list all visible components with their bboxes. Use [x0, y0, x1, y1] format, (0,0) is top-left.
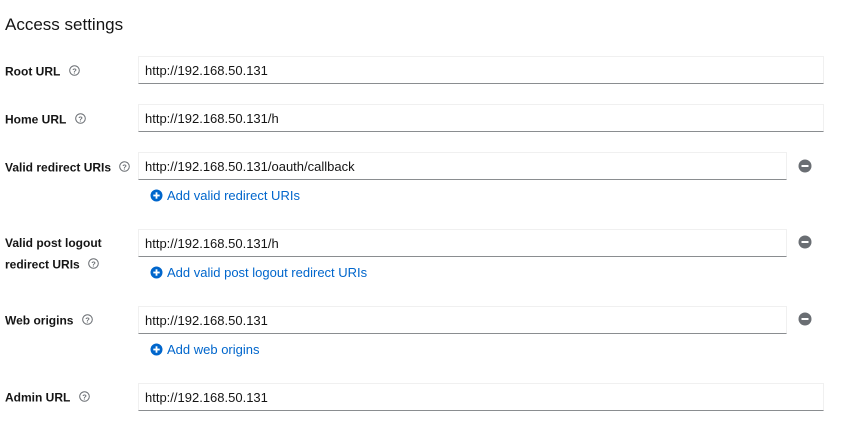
add-web-origins-label: Add web origins	[167, 341, 260, 357]
add-valid-post-logout-redirect-uris-label: Add valid post logout redirect URIs	[167, 264, 368, 280]
help-icon[interactable]: ?	[81, 314, 93, 326]
add-web-origins-link[interactable]: Add web origins	[150, 340, 260, 358]
home-url-input[interactable]	[138, 104, 824, 132]
web-origins-label: Web origins ?	[5, 310, 93, 331]
minus-circle-icon	[798, 235, 812, 249]
home-url-label-text: Home URL	[5, 112, 67, 127]
admin-url-input[interactable]	[138, 383, 824, 411]
web-origin-input[interactable]	[138, 306, 787, 334]
svg-text:?: ?	[123, 163, 128, 172]
help-icon[interactable]: ?	[68, 65, 80, 77]
minus-circle-icon	[798, 312, 812, 326]
valid-redirect-uris-label-text: Valid redirect URIs	[5, 160, 112, 175]
valid-post-logout-redirect-uri-input[interactable]	[138, 229, 787, 257]
add-valid-post-logout-redirect-uris-link[interactable]: Add valid post logout redirect URIs	[150, 263, 367, 281]
section-title: Access settings	[5, 15, 124, 34]
home-url-label: Home URL ?	[5, 109, 86, 130]
help-icon[interactable]: ?	[74, 113, 86, 125]
admin-url-label: Admin URL ?	[5, 387, 90, 408]
remove-post-logout-redirect-uri-button[interactable]	[797, 234, 813, 250]
root-url-label: Root URL ?	[5, 61, 80, 82]
valid-redirect-uris-label: Valid redirect URIs ?	[5, 157, 131, 178]
root-url-label-text: Root URL	[5, 64, 61, 79]
help-icon[interactable]: ?	[119, 161, 131, 173]
web-origins-label-text: Web origins	[5, 313, 74, 328]
valid-post-logout-label-line2: redirect URIs	[5, 257, 80, 272]
root-url-input[interactable]	[138, 56, 824, 84]
plus-circle-icon	[150, 189, 163, 202]
svg-text:?: ?	[82, 393, 87, 402]
add-valid-redirect-uris-link[interactable]: Add valid redirect URIs	[150, 186, 300, 204]
valid-redirect-uri-input[interactable]	[138, 152, 787, 180]
valid-post-logout-label-line1: Valid post logout	[5, 236, 102, 250]
valid-post-logout-redirect-uris-label: Valid post logout redirect URIs ?	[5, 233, 102, 275]
plus-circle-icon	[150, 266, 163, 279]
access-settings-panel: Access settings Root URL ? Home URL ? Va…	[0, 0, 842, 443]
admin-url-label-text: Admin URL	[5, 390, 71, 405]
help-icon[interactable]: ?	[78, 391, 90, 403]
minus-circle-icon	[798, 159, 812, 173]
add-valid-redirect-uris-label: Add valid redirect URIs	[167, 187, 300, 203]
svg-text:?: ?	[78, 115, 83, 124]
help-icon[interactable]: ?	[88, 258, 99, 270]
svg-text:?: ?	[85, 316, 90, 325]
plus-circle-icon	[150, 343, 163, 356]
svg-text:?: ?	[72, 67, 77, 76]
svg-text:?: ?	[91, 260, 96, 269]
remove-redirect-uri-button[interactable]	[797, 158, 813, 174]
remove-web-origin-button[interactable]	[797, 311, 813, 327]
